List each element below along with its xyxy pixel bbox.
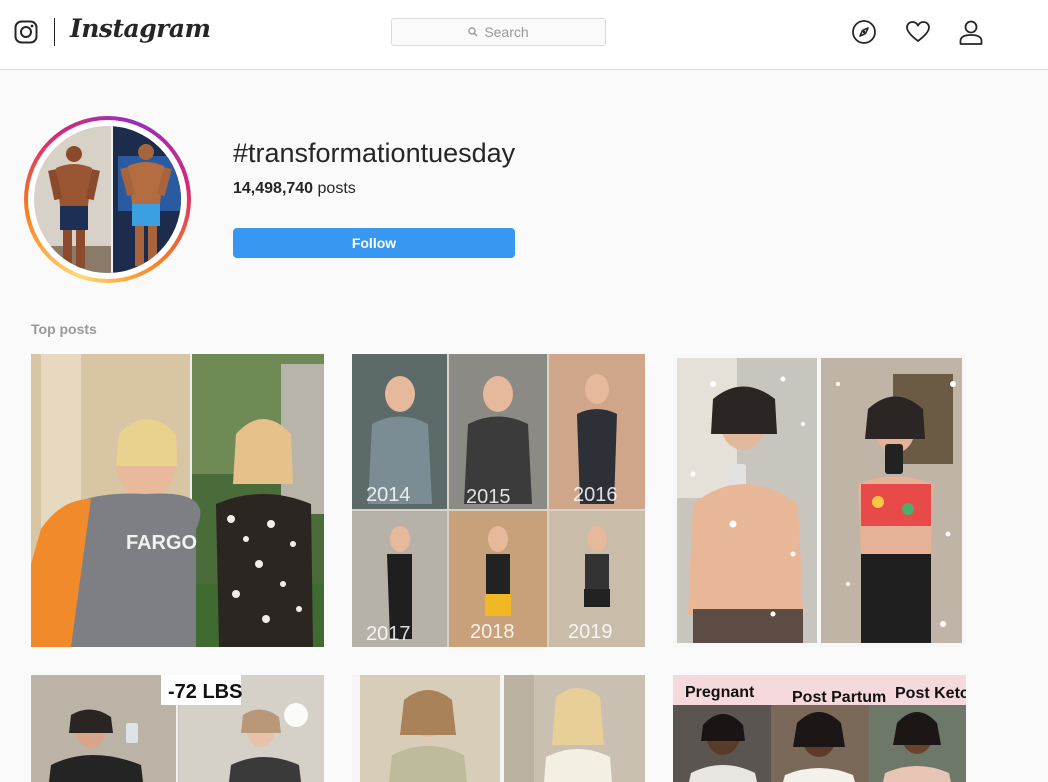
post-tile[interactable]: Pregnant Post Partum Post Keto	[673, 675, 966, 782]
year-label: 2014	[366, 484, 411, 506]
avatar-image	[34, 126, 181, 273]
year-label: 2016	[573, 484, 618, 506]
post-tile[interactable]: -72 LBS	[31, 675, 324, 782]
post-tile[interactable]	[673, 354, 966, 647]
post-image-before-after-orange-shirt: FARGO	[31, 354, 324, 647]
weight-loss-caption: -72 LBS	[168, 681, 242, 703]
post-count-number: 14,498,740	[233, 180, 314, 197]
stage-label: Post Partum	[792, 689, 886, 706]
shirt-text: FARGO	[126, 532, 197, 554]
instagram-camera-icon[interactable]	[14, 20, 38, 44]
instagram-wordmark[interactable]: Instagram	[70, 14, 211, 43]
follow-button[interactable]: Follow	[233, 228, 515, 258]
search-icon	[468, 27, 478, 37]
post-count: 14,498,740 posts	[233, 180, 356, 198]
year-label: 2015	[466, 486, 511, 508]
post-image-weight-loss: -72 LBS	[31, 675, 324, 782]
search-input[interactable]: Search	[391, 18, 606, 46]
year-label: 2019	[568, 621, 613, 643]
avatar-border	[28, 120, 187, 279]
compass-icon[interactable]	[851, 19, 877, 45]
hashtag-title: #transformationtuesday	[233, 138, 516, 168]
post-image-yearly-collage: 2014 2015 2016 2017 2018 2019	[352, 354, 645, 647]
post-tile[interactable]: 2014 2015 2016 2017 2018 2019	[352, 354, 645, 647]
stage-label: Post Keto	[895, 685, 966, 702]
hashtag-avatar	[24, 116, 191, 283]
top-posts-heading: Top posts	[31, 321, 97, 337]
post-tile[interactable]	[352, 675, 645, 782]
search-placeholder: Search	[484, 24, 529, 40]
logo-divider	[54, 18, 55, 46]
heart-icon[interactable]	[905, 19, 931, 45]
post-image-before-after-blonde	[352, 675, 645, 782]
person-icon[interactable]	[958, 19, 984, 45]
post-image-before-after-sparkles	[673, 354, 966, 647]
stage-label: Pregnant	[685, 684, 755, 701]
year-label: 2017	[366, 623, 411, 645]
bodybuilder-image	[34, 126, 181, 273]
top-nav-bar: Instagram Search	[0, 0, 1048, 70]
post-tile[interactable]: FARGO	[31, 354, 324, 647]
post-count-suffix: posts	[313, 180, 356, 197]
year-label: 2018	[470, 621, 515, 643]
post-image-pregnancy-stages: Pregnant Post Partum Post Keto	[673, 675, 966, 782]
